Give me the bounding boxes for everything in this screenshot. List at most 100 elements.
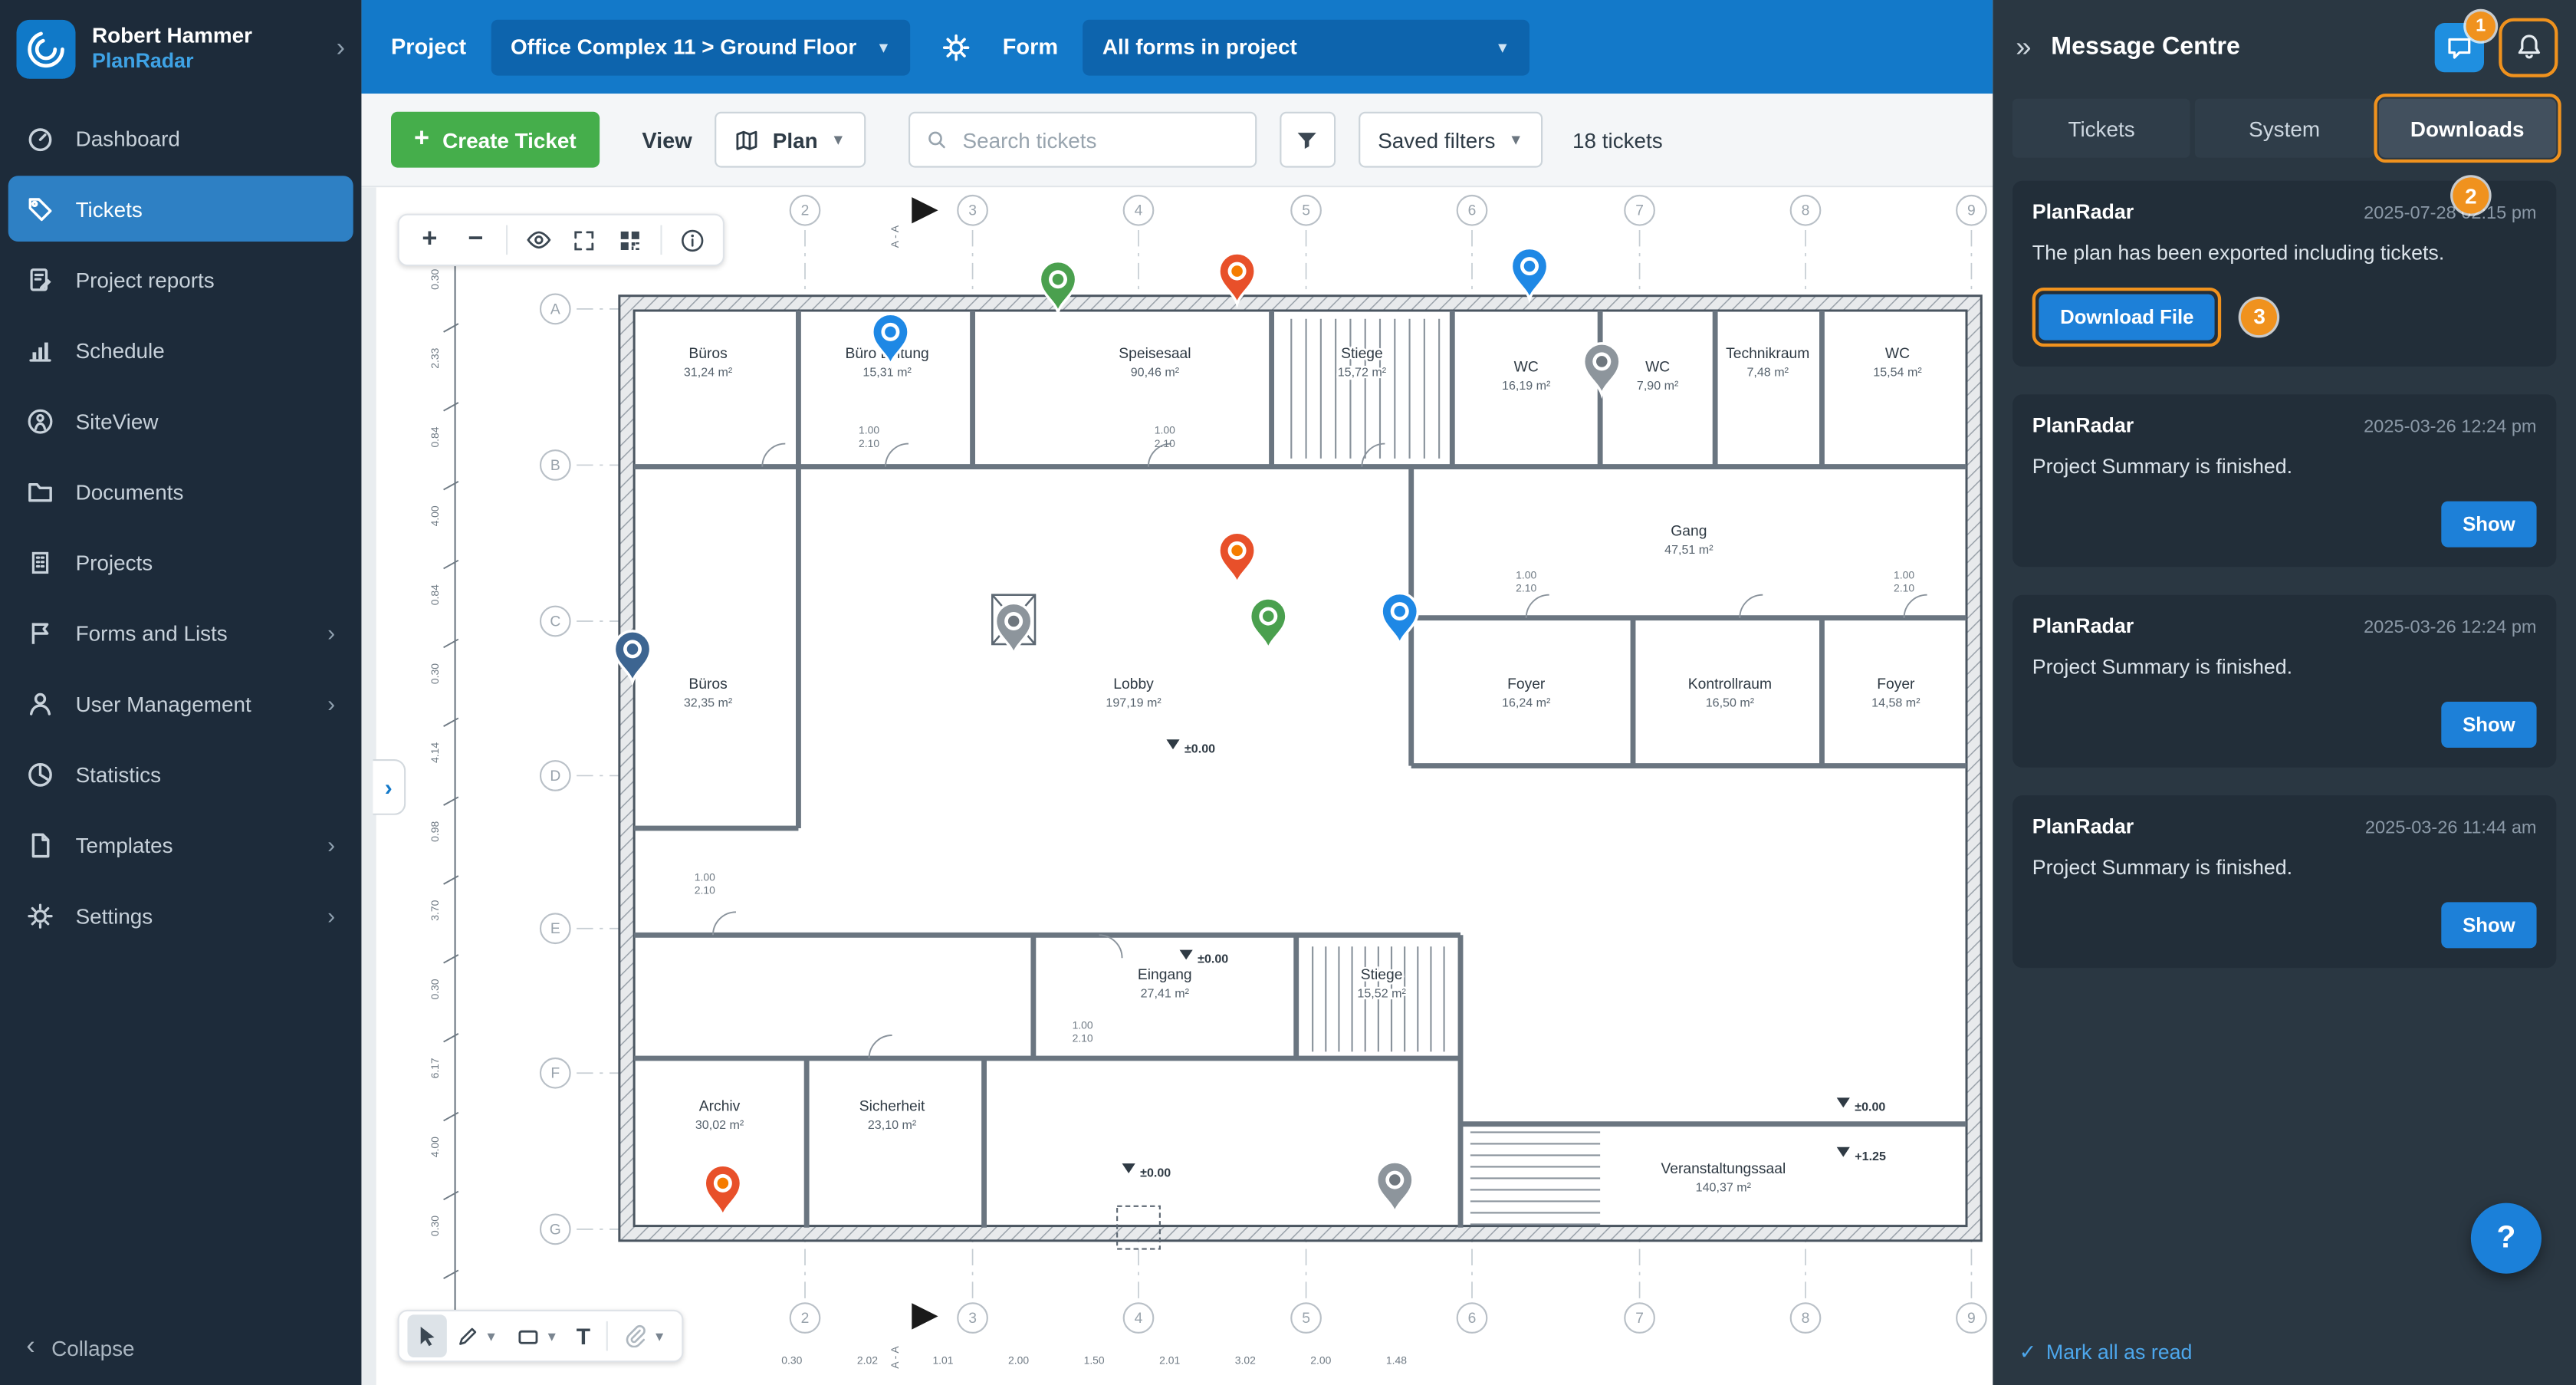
tab-tickets[interactable]: Tickets: [2013, 99, 2190, 158]
svg-text:Sicherheit: Sicherheit: [859, 1099, 925, 1115]
svg-text:Lobby: Lobby: [1113, 676, 1154, 692]
project-settings-button[interactable]: [941, 32, 971, 62]
pen-tool[interactable]: ▼: [449, 1314, 506, 1357]
message-centre-icon-button[interactable]: 1: [2435, 22, 2484, 71]
svg-text:16,19 m²: 16,19 m²: [1502, 379, 1551, 393]
fullscreen-button[interactable]: [562, 219, 606, 262]
sidebar-item-templates[interactable]: Templates ›: [8, 812, 353, 878]
notifications-bell-button[interactable]: [2504, 22, 2553, 71]
svg-text:Büros: Büros: [688, 676, 727, 692]
svg-text:32,35 m²: 32,35 m²: [684, 696, 733, 709]
sidebar-header[interactable]: Robert Hammer PlanRadar ›: [0, 0, 361, 95]
svg-text:A: A: [550, 301, 560, 317]
notification-timestamp: 2025-07-28 02:15 pm: [2364, 204, 2536, 224]
sidebar-expand-icon[interactable]: ›: [337, 35, 345, 64]
ticket-pin-blue[interactable]: [1511, 248, 1547, 299]
qr-scan-button[interactable]: [608, 219, 652, 262]
chevron-down-icon: ▼: [545, 1329, 558, 1344]
svg-text:2.10: 2.10: [1155, 437, 1175, 449]
svg-text:15,54 m²: 15,54 m²: [1873, 366, 1922, 380]
annotation-box-download: Download File: [2032, 288, 2222, 347]
visibility-eye-button[interactable]: [516, 219, 560, 262]
attachment-tool[interactable]: ▼: [616, 1314, 674, 1357]
sidebar-item-statistics[interactable]: Statistics: [8, 741, 353, 807]
svg-text:2: 2: [801, 1311, 810, 1327]
flag-icon: [26, 619, 54, 646]
svg-text:15,52 m²: 15,52 m²: [1357, 987, 1406, 1001]
mark-all-read-button[interactable]: ✓ Mark all as read: [1993, 1318, 2576, 1385]
text-tool[interactable]: T: [568, 1314, 599, 1357]
shape-tool[interactable]: ▼: [508, 1314, 567, 1357]
svg-text:4: 4: [1135, 1311, 1143, 1327]
svg-text:WC: WC: [1514, 359, 1539, 375]
notification-timestamp: 2025-03-26 12:24 pm: [2364, 617, 2536, 637]
sidebar-item-label: Schedule: [76, 337, 165, 362]
project-selector-value: Office Complex 11 > Ground Floor: [511, 35, 856, 59]
sidebar-item-tickets[interactable]: Tickets: [8, 176, 353, 242]
select-cursor-tool[interactable]: [407, 1314, 446, 1357]
plan-panel-expand-handle[interactable]: ›: [373, 759, 406, 815]
sidebar-item-siteview[interactable]: SiteView: [8, 388, 353, 454]
chevron-down-icon: ▼: [831, 131, 846, 147]
project-topbar: Project Office Complex 11 > Ground Floor…: [361, 0, 1993, 94]
view-mode-selector[interactable]: Plan ▼: [715, 112, 866, 168]
notification-body: The plan has been exported including tic…: [2032, 240, 2537, 268]
bottom-dimensions: 0.30 2.02 1.01 2.00 1.50 2.01 3.02 2.00 …: [781, 1354, 1407, 1367]
svg-text:2.01: 2.01: [1159, 1354, 1180, 1367]
message-tabs: Tickets System Downloads: [1993, 99, 2576, 158]
svg-text:4.14: 4.14: [429, 742, 441, 763]
download-file-button[interactable]: Download File: [2039, 294, 2215, 340]
svg-text:1.00: 1.00: [1155, 424, 1175, 436]
floor-plan[interactable]: 0.30 2.33 0.84 4.00 0.84 0.30 4.14 0.98 …: [376, 187, 1993, 1385]
form-selector[interactable]: All forms in project ▼: [1083, 19, 1530, 75]
sidebar-item-schedule[interactable]: Schedule: [8, 317, 353, 383]
sidebar-item-dashboard[interactable]: Dashboard: [8, 105, 353, 171]
svg-text:0.30: 0.30: [429, 268, 441, 289]
help-button[interactable]: ?: [2471, 1203, 2542, 1274]
plan-viewport[interactable]: › 0.30 2.33: [361, 187, 1993, 1385]
svg-text:8: 8: [1802, 1311, 1810, 1327]
collapse-label: Collapse: [51, 1335, 134, 1360]
svg-text:47,51 m²: 47,51 m²: [1664, 543, 1714, 557]
sidebar-item-user-management[interactable]: User Management ›: [8, 670, 353, 736]
svg-text:2.10: 2.10: [1894, 581, 1914, 594]
header-actions: 1: [2435, 22, 2553, 71]
show-button[interactable]: Show: [2441, 901, 2536, 947]
building-icon: [26, 548, 54, 576]
search-tickets-box[interactable]: [908, 112, 1256, 168]
sidebar-item-label: Tickets: [76, 196, 143, 221]
project-selector[interactable]: Office Complex 11 > Ground Floor ▼: [491, 19, 910, 75]
notification-timestamp: 2025-03-26 12:24 pm: [2364, 417, 2536, 437]
message-centre-panel: » Message Centre 1 Tickets System Downlo…: [1993, 0, 2576, 1385]
svg-text:9: 9: [1967, 203, 1976, 219]
notification-card: PlanRadar 2025-03-26 11:44 am Project Su…: [2013, 794, 2556, 967]
create-ticket-button[interactable]: + Create Ticket: [391, 112, 600, 168]
show-button[interactable]: Show: [2441, 501, 2536, 547]
search-tickets-input[interactable]: [959, 126, 1238, 153]
tab-system[interactable]: System: [2196, 99, 2374, 158]
ticket-tag-icon: [26, 195, 54, 222]
sidebar-item-forms-and-lists[interactable]: Forms and Lists ›: [8, 600, 353, 666]
svg-text:6.17: 6.17: [429, 1058, 441, 1078]
tab-downloads[interactable]: Downloads: [2378, 99, 2556, 158]
ticket-count: 18 tickets: [1572, 127, 1663, 152]
saved-filters-selector[interactable]: Saved filters ▼: [1358, 112, 1543, 168]
filter-button[interactable]: [1280, 112, 1336, 168]
sidebar-item-label: Dashboard: [76, 126, 180, 150]
zoom-in-button[interactable]: +: [407, 219, 452, 262]
sidebar-item-project-reports[interactable]: Project reports: [8, 246, 353, 312]
svg-text:30,02 m²: 30,02 m²: [695, 1118, 744, 1132]
sidebar-item-documents[interactable]: Documents: [8, 459, 353, 525]
show-button[interactable]: Show: [2441, 701, 2536, 747]
sidebar: Robert Hammer PlanRadar › Dashboard Tick…: [0, 0, 361, 1385]
sidebar-item-settings[interactable]: Settings ›: [8, 883, 353, 949]
collapse-panel-icon[interactable]: »: [2016, 31, 2031, 64]
gear-icon: [941, 32, 971, 62]
chevron-down-icon: ▼: [1495, 38, 1510, 54]
settings-gears-icon: [26, 901, 54, 929]
zoom-out-button[interactable]: −: [453, 219, 498, 262]
sidebar-collapse-button[interactable]: ‹ Collapse: [0, 1310, 361, 1385]
sidebar-item-projects[interactable]: Projects: [8, 529, 353, 595]
chevron-right-icon: ›: [327, 620, 335, 646]
info-button[interactable]: [670, 219, 715, 262]
